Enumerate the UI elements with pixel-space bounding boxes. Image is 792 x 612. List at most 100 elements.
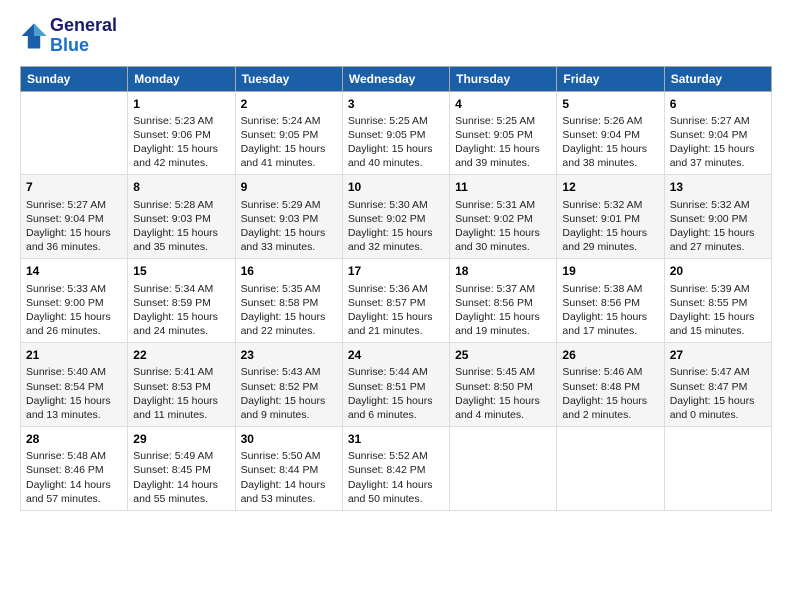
cell-line: Daylight: 15 hours — [26, 310, 122, 324]
header-cell-monday: Monday — [128, 66, 235, 91]
calendar-cell: 29Sunrise: 5:49 AMSunset: 8:45 PMDayligh… — [128, 427, 235, 511]
day-number: 8 — [133, 179, 229, 195]
cell-line: Daylight: 15 hours — [133, 226, 229, 240]
header-cell-tuesday: Tuesday — [235, 66, 342, 91]
cell-line: Daylight: 15 hours — [241, 142, 337, 156]
cell-line: and 36 minutes. — [26, 240, 122, 254]
cell-line: Sunrise: 5:34 AM — [133, 282, 229, 296]
cell-line: and 24 minutes. — [133, 324, 229, 338]
cell-line: and 30 minutes. — [455, 240, 551, 254]
cell-line: Daylight: 15 hours — [670, 142, 766, 156]
calendar-cell: 31Sunrise: 5:52 AMSunset: 8:42 PMDayligh… — [342, 427, 449, 511]
calendar-cell: 21Sunrise: 5:40 AMSunset: 8:54 PMDayligh… — [21, 343, 128, 427]
cell-line: Sunset: 9:05 PM — [455, 128, 551, 142]
cell-line: Sunrise: 5:50 AM — [241, 449, 337, 463]
calendar-cell: 9Sunrise: 5:29 AMSunset: 9:03 PMDaylight… — [235, 175, 342, 259]
week-row-3: 14Sunrise: 5:33 AMSunset: 9:00 PMDayligh… — [21, 259, 772, 343]
cell-line: and 6 minutes. — [348, 408, 444, 422]
cell-line: Sunset: 9:02 PM — [455, 212, 551, 226]
cell-line: Sunrise: 5:39 AM — [670, 282, 766, 296]
cell-line: Sunset: 8:50 PM — [455, 380, 551, 394]
cell-line: Sunset: 9:00 PM — [670, 212, 766, 226]
cell-line: Daylight: 15 hours — [562, 226, 658, 240]
week-row-1: 1Sunrise: 5:23 AMSunset: 9:06 PMDaylight… — [21, 91, 772, 175]
cell-line: Daylight: 14 hours — [133, 478, 229, 492]
cell-line: Daylight: 15 hours — [455, 310, 551, 324]
day-number: 12 — [562, 179, 658, 195]
cell-line: and 53 minutes. — [241, 492, 337, 506]
cell-line: and 13 minutes. — [26, 408, 122, 422]
cell-line: Daylight: 15 hours — [670, 310, 766, 324]
cell-line: Sunrise: 5:27 AM — [26, 198, 122, 212]
day-number: 25 — [455, 347, 551, 363]
day-number: 5 — [562, 96, 658, 112]
cell-line: Sunset: 8:58 PM — [241, 296, 337, 310]
logo: General Blue — [20, 16, 117, 56]
cell-line: Daylight: 15 hours — [455, 226, 551, 240]
cell-line: Daylight: 15 hours — [670, 394, 766, 408]
day-number: 17 — [348, 263, 444, 279]
calendar-cell: 4Sunrise: 5:25 AMSunset: 9:05 PMDaylight… — [450, 91, 557, 175]
calendar-cell: 15 Sunrise: 5:34 AMSunset: 8:59 PMDayligh… — [128, 259, 235, 343]
calendar-cell: 19Sunrise: 5:38 AMSunset: 8:56 PMDayligh… — [557, 259, 664, 343]
calendar-cell: 10Sunrise: 5:30 AMSunset: 9:02 PMDayligh… — [342, 175, 449, 259]
cell-line: and 50 minutes. — [348, 492, 444, 506]
cell-line: Daylight: 15 hours — [241, 394, 337, 408]
cell-line: and 11 minutes. — [133, 408, 229, 422]
day-number: 29 — [133, 431, 229, 447]
week-row-5: 28Sunrise: 5:48 AMSunset: 8:46 PMDayligh… — [21, 427, 772, 511]
logo-text: General Blue — [50, 16, 117, 56]
page: General Blue SundayMondayTuesdayWednesda… — [0, 0, 792, 521]
cell-line: and 33 minutes. — [241, 240, 337, 254]
cell-line: and 57 minutes. — [26, 492, 122, 506]
cell-line: Sunset: 9:03 PM — [133, 212, 229, 226]
calendar-cell: 11Sunrise: 5:31 AMSunset: 9:02 PMDayligh… — [450, 175, 557, 259]
cell-line: Daylight: 15 hours — [26, 394, 122, 408]
cell-line: Sunrise: 5:40 AM — [26, 365, 122, 379]
cell-line: Sunrise: 5:29 AM — [241, 198, 337, 212]
cell-line: Daylight: 15 hours — [133, 310, 229, 324]
day-number: 3 — [348, 96, 444, 112]
day-number: 19 — [562, 263, 658, 279]
week-row-2: 7Sunrise: 5:27 AMSunset: 9:04 PMDaylight… — [21, 175, 772, 259]
cell-line: Sunrise: 5:44 AM — [348, 365, 444, 379]
cell-line: Sunset: 8:42 PM — [348, 463, 444, 477]
cell-line: Daylight: 15 hours — [348, 310, 444, 324]
cell-line: and 35 minutes. — [133, 240, 229, 254]
cell-line: and 55 minutes. — [133, 492, 229, 506]
day-number: 22 — [133, 347, 229, 363]
day-number: 1 — [133, 96, 229, 112]
cell-line: Sunset: 8:59 PM — [133, 296, 229, 310]
day-number: 27 — [670, 347, 766, 363]
header-cell-friday: Friday — [557, 66, 664, 91]
cell-line: and 0 minutes. — [670, 408, 766, 422]
day-number: 10 — [348, 179, 444, 195]
day-number: 15 — [133, 263, 229, 279]
cell-line: Sunrise: 5:31 AM — [455, 198, 551, 212]
cell-line: Daylight: 15 hours — [241, 226, 337, 240]
cell-line: and 39 minutes. — [455, 156, 551, 170]
cell-line: Sunset: 9:01 PM — [562, 212, 658, 226]
calendar-cell: 7Sunrise: 5:27 AMSunset: 9:04 PMDaylight… — [21, 175, 128, 259]
cell-line: Sunrise: 5:24 AM — [241, 114, 337, 128]
cell-line: Sunset: 9:06 PM — [133, 128, 229, 142]
calendar-cell: 13Sunrise: 5:32 AMSunset: 9:00 PMDayligh… — [664, 175, 771, 259]
cell-line: Sunrise: 5:25 AM — [348, 114, 444, 128]
day-number: 16 — [241, 263, 337, 279]
cell-line: Sunset: 8:56 PM — [562, 296, 658, 310]
day-number: 26 — [562, 347, 658, 363]
calendar-cell: 2Sunrise: 5:24 AMSunset: 9:05 PMDaylight… — [235, 91, 342, 175]
cell-line: and 2 minutes. — [562, 408, 658, 422]
cell-line: Sunset: 8:52 PM — [241, 380, 337, 394]
cell-line: and 17 minutes. — [562, 324, 658, 338]
cell-line: Sunrise: 5:43 AM — [241, 365, 337, 379]
cell-line: Daylight: 15 hours — [455, 394, 551, 408]
cell-line: Sunset: 8:55 PM — [670, 296, 766, 310]
calendar-cell: 28Sunrise: 5:48 AMSunset: 8:46 PMDayligh… — [21, 427, 128, 511]
day-number: 14 — [26, 263, 122, 279]
cell-line: and 26 minutes. — [26, 324, 122, 338]
cell-line: and 41 minutes. — [241, 156, 337, 170]
cell-line: Sunset: 8:46 PM — [26, 463, 122, 477]
calendar-cell: 27Sunrise: 5:47 AMSunset: 8:47 PMDayligh… — [664, 343, 771, 427]
cell-line: Daylight: 14 hours — [26, 478, 122, 492]
